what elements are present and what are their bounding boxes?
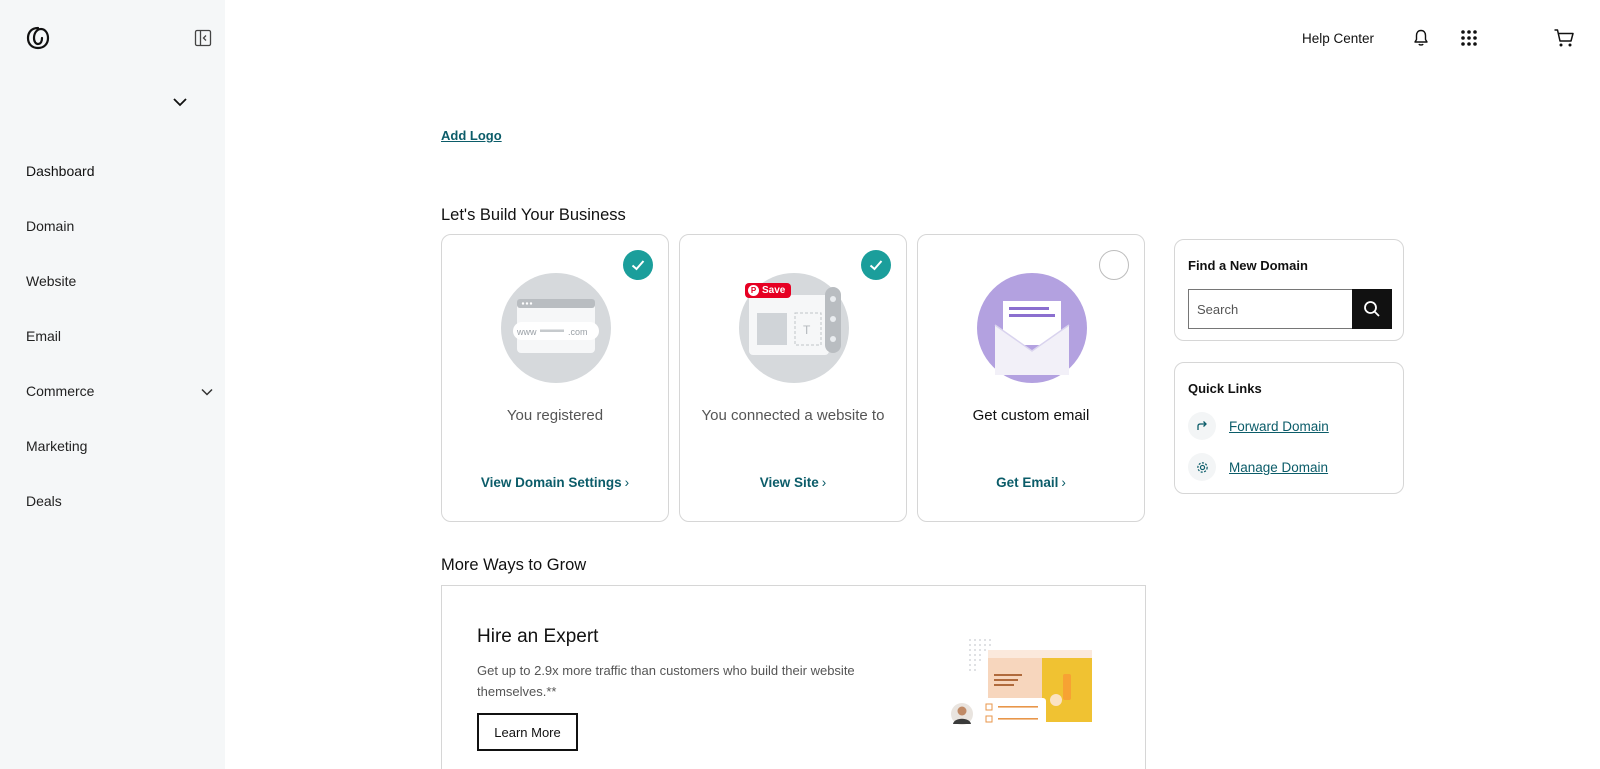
godaddy-logo-icon[interactable]	[25, 25, 51, 51]
cart-icon[interactable]	[1553, 27, 1575, 49]
card-text: You connected a website to	[701, 407, 885, 424]
domain-search	[1188, 289, 1392, 329]
view-domain-settings-link[interactable]: View Domain Settings ›	[442, 475, 668, 490]
svg-text:.com: .com	[568, 327, 588, 337]
hire-expert-illustration-icon	[951, 639, 1092, 730]
svg-text:www: www	[516, 327, 537, 337]
help-center-link[interactable]: Help Center	[1302, 31, 1374, 46]
get-email-link[interactable]: Get Email ›	[918, 475, 1144, 490]
checkmark-icon	[861, 250, 891, 280]
sidebar-item-domain[interactable]: Domain	[26, 218, 216, 273]
card-text: Get custom email	[972, 407, 1090, 424]
chevron-right-icon: ›	[821, 475, 827, 490]
website-card: T P Save You connected a website to View…	[679, 234, 907, 522]
sidebar-nav: Dashboard Domain Website Email Commerce …	[26, 163, 216, 548]
pinterest-save-button[interactable]: P Save	[745, 283, 792, 298]
quick-links-box: Quick Links Forward Domain Manage Domain	[1174, 362, 1404, 494]
sidebar-item-deals[interactable]: Deals	[26, 493, 216, 548]
sidebar-item-label: Commerce	[26, 383, 95, 399]
sidebar-item-commerce[interactable]: Commerce	[26, 383, 216, 438]
sidebar-item-email[interactable]: Email	[26, 328, 216, 383]
view-site-link[interactable]: View Site ›	[680, 475, 906, 490]
find-domain-title: Find a New Domain	[1188, 258, 1308, 273]
sidebar: Dashboard Domain Website Email Commerce …	[0, 0, 225, 769]
unchecked-circle-icon	[1099, 250, 1129, 280]
forward-arrow-icon	[1188, 412, 1216, 440]
sidebar-item-marketing[interactable]: Marketing	[26, 438, 216, 493]
card-link-label: View Site	[759, 475, 819, 490]
sidebar-item-label: Deals	[26, 493, 62, 509]
svg-text:T: T	[803, 323, 811, 337]
find-domain-box: Find a New Domain	[1174, 239, 1404, 341]
learn-more-button[interactable]: Learn More	[477, 713, 578, 751]
hire-expert-card: Hire an Expert Get up to 2.9x more traff…	[441, 585, 1146, 769]
sidebar-item-website[interactable]: Website	[26, 273, 216, 328]
chevron-right-icon: ›	[1061, 475, 1066, 490]
card-link-label: View Domain Settings	[480, 475, 622, 490]
search-icon	[1364, 301, 1380, 317]
card-link-label: Get Email	[996, 475, 1059, 490]
apps-grid-icon[interactable]	[1459, 28, 1479, 48]
forward-domain-link[interactable]: Forward Domain	[1229, 419, 1329, 434]
chevron-right-icon: ›	[624, 475, 630, 490]
bell-icon[interactable]	[1411, 28, 1431, 48]
sidebar-item-label: Website	[26, 273, 77, 289]
pinterest-icon: P	[748, 285, 759, 296]
manage-domain-link[interactable]: Manage Domain	[1229, 460, 1328, 475]
manage-domain-item[interactable]: Manage Domain	[1188, 453, 1328, 481]
sidebar-item-label: Domain	[26, 218, 75, 234]
build-business-title: Let's Build Your Business	[441, 206, 626, 224]
domain-illustration-icon: www .com	[501, 273, 611, 383]
chevron-down-icon[interactable]	[200, 385, 214, 399]
quick-links-title: Quick Links	[1188, 381, 1262, 396]
sidebar-item-label: Marketing	[26, 438, 88, 454]
save-label: Save	[762, 285, 786, 296]
search-input[interactable]	[1188, 289, 1352, 329]
sidebar-item-label: Dashboard	[26, 163, 95, 179]
more-ways-title: More Ways to Grow	[441, 556, 587, 574]
hire-expert-description: Get up to 2.9x more traffic than custome…	[477, 663, 855, 699]
email-illustration-icon	[977, 273, 1087, 383]
sidebar-item-dashboard[interactable]: Dashboard	[26, 163, 216, 218]
add-logo-link[interactable]: Add Logo	[441, 128, 502, 143]
checkmark-icon	[623, 250, 653, 280]
email-card: Get custom email Get Email ›	[917, 234, 1145, 522]
sidebar-item-label: Email	[26, 328, 62, 344]
collapse-sidebar-icon[interactable]	[194, 29, 212, 47]
account-chevron-down-icon[interactable]	[172, 94, 188, 110]
gear-icon	[1188, 453, 1216, 481]
card-text: You registered	[506, 407, 604, 424]
search-button[interactable]	[1352, 289, 1392, 329]
domain-card: www .com You registered View Domain Sett…	[441, 234, 669, 522]
forward-domain-item[interactable]: Forward Domain	[1188, 412, 1329, 440]
hire-expert-title: Hire an Expert	[477, 626, 599, 647]
